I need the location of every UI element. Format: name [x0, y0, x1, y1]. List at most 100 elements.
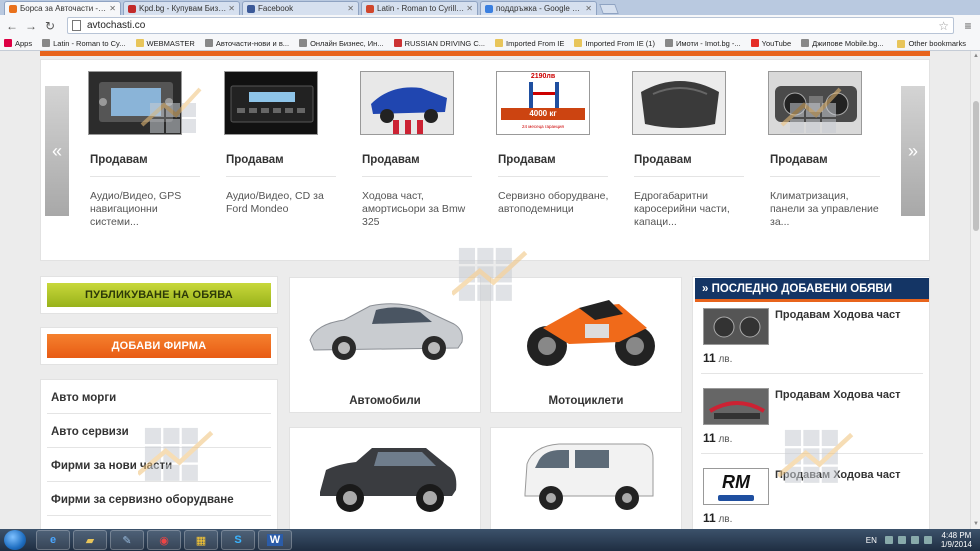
- divider: [47, 481, 271, 482]
- item-photo[interactable]: [224, 71, 318, 135]
- scroll-down-icon[interactable]: ▼: [973, 521, 979, 527]
- menu-icon[interactable]: ≡: [960, 19, 976, 33]
- windows-taskbar: e ▰ ✎ ◉ ▦ S W EN 4:48 PM 1/9/2014: [0, 529, 980, 551]
- taskbar-skype[interactable]: S: [221, 530, 255, 550]
- bookmark-youtube[interactable]: YouTube: [750, 39, 791, 48]
- tray-battery-icon[interactable]: [923, 536, 932, 544]
- clock[interactable]: 4:48 PM 1/9/2014: [941, 531, 972, 549]
- divider: [701, 373, 923, 374]
- taskbar-word[interactable]: W: [258, 530, 292, 550]
- close-icon[interactable]: ✕: [347, 4, 354, 13]
- tab-google[interactable]: поддръжка - Google Търс ✕: [480, 1, 597, 15]
- item-title[interactable]: Продавам: [634, 154, 692, 166]
- add-company-button[interactable]: ДОБАВИ ФИРМА: [47, 334, 271, 358]
- other-bookmarks[interactable]: Other bookmarks: [897, 39, 966, 48]
- tab-facebook[interactable]: Facebook ✕: [242, 1, 359, 15]
- carousel-next-button[interactable]: »: [901, 86, 925, 216]
- ad-title[interactable]: Продавам Ходова част: [775, 309, 901, 321]
- van-image: [499, 434, 673, 522]
- taskbar-explorer[interactable]: ▰: [73, 530, 107, 550]
- tab-avtochasti[interactable]: Борса за Авточасти - Avt ✕: [4, 1, 121, 15]
- ad-title[interactable]: Продавам Ходова част: [775, 469, 901, 481]
- category-vans[interactable]: [490, 427, 682, 529]
- category-cars[interactable]: Автомобили: [289, 277, 481, 413]
- item-photo[interactable]: [360, 71, 454, 135]
- close-icon[interactable]: ✕: [585, 4, 592, 13]
- address-bar[interactable]: avtochasti.co ☆: [67, 17, 954, 34]
- bookmark-webmaster[interactable]: WEBMASTER: [135, 38, 195, 48]
- new-tab-button[interactable]: [599, 4, 619, 14]
- tab-title: Facebook: [258, 4, 294, 13]
- item-title[interactable]: Продавам: [498, 154, 556, 166]
- category-label[interactable]: Мотоциклети: [491, 395, 681, 407]
- bookmark-online-business[interactable]: Онлайн Бизнес, Ин...: [299, 39, 384, 48]
- language-indicator[interactable]: EN: [866, 536, 877, 545]
- tray-volume-icon[interactable]: [910, 536, 919, 544]
- bookmark-avtochasti[interactable]: Авточасти-нови и в...: [204, 38, 290, 48]
- close-icon[interactable]: ✕: [228, 4, 235, 13]
- item-photo[interactable]: [768, 71, 862, 135]
- item-title[interactable]: Продавам: [226, 154, 284, 166]
- category-label[interactable]: Автомобили: [290, 395, 480, 407]
- ad-thumbnail[interactable]: [703, 308, 769, 345]
- divider: [47, 413, 271, 414]
- site-icon: [204, 39, 213, 47]
- bookmark-mobile-bg[interactable]: Джипове Mobile.bg...: [801, 39, 884, 48]
- bookmark-imot[interactable]: Имоти - Imot.bg -...: [664, 39, 741, 48]
- taskbar-ie[interactable]: e: [36, 530, 70, 550]
- start-button[interactable]: [4, 530, 26, 550]
- bookmark-label: Apps: [15, 38, 33, 48]
- menu-link-equipment[interactable]: Фирми за сервизно оборудване: [51, 494, 234, 506]
- taskbar-chrome[interactable]: ◉: [147, 530, 181, 550]
- divider: [498, 176, 608, 177]
- ad-thumbnail[interactable]: [703, 388, 769, 425]
- item-photo[interactable]: 2190лв 4000 кг 24 месеца гаранция: [496, 71, 590, 135]
- header-strip: [40, 51, 930, 56]
- tray-network-icon[interactable]: [897, 536, 906, 544]
- menu-link-services[interactable]: Авто сервизи: [51, 426, 129, 438]
- menu-link-new-parts[interactable]: Фирми за нови части: [51, 460, 172, 472]
- site-icon: [42, 39, 51, 47]
- ad-title[interactable]: Продавам Ходова част: [775, 389, 901, 401]
- apps-icon: [4, 39, 12, 47]
- divider: [770, 176, 880, 177]
- category-motorcycles[interactable]: Мотоциклети: [490, 277, 682, 413]
- tray-flag-icon[interactable]: [884, 536, 893, 544]
- tab-kpd[interactable]: Kpd.bg - Купувам Бизнес ✕: [123, 1, 240, 15]
- ad-price: 11 лв.: [703, 431, 732, 445]
- tab-title: Latin - Roman to Cyrillic a: [377, 4, 465, 13]
- carousel-prev-button[interactable]: «: [45, 86, 69, 216]
- close-icon[interactable]: ✕: [466, 4, 473, 13]
- bookmark-imported-ie-1[interactable]: Imported From IE (1): [574, 39, 655, 48]
- tab-latin[interactable]: Latin - Roman to Cyrillic a ✕: [361, 1, 478, 15]
- item-title[interactable]: Продавам: [770, 154, 828, 166]
- close-icon[interactable]: ✕: [109, 4, 116, 13]
- bookmark-latin[interactable]: Latin - Roman to Cy...: [42, 39, 126, 48]
- bookmark-apps[interactable]: Apps: [4, 39, 32, 48]
- bookmark-label: WEBMASTER: [146, 38, 195, 48]
- bookmark-imported-ie[interactable]: Imported From IE: [495, 39, 564, 48]
- forward-arrow-icon[interactable]: →: [23, 18, 39, 34]
- item-photo[interactable]: [632, 71, 726, 135]
- price-currency: лв.: [718, 514, 733, 525]
- scrollbar-thumb[interactable]: [973, 101, 979, 231]
- back-arrow-icon[interactable]: ←: [4, 18, 20, 34]
- star-icon[interactable]: ☆: [938, 19, 949, 33]
- taskbar-apps[interactable]: ▦: [184, 530, 218, 550]
- promo-warranty: 24 месеца гаранция: [522, 124, 564, 129]
- publish-ad-button[interactable]: ПУБЛИКУВАНЕ НА ОБЯВА: [47, 283, 271, 307]
- reload-icon[interactable]: ↻: [42, 18, 58, 34]
- menu-link-scrapyards[interactable]: Авто морги: [51, 392, 116, 404]
- page-scrollbar[interactable]: ▲ ▼: [970, 51, 980, 529]
- item-photo[interactable]: [88, 71, 182, 135]
- bookmark-label: Авточасти-нови и в...: [215, 38, 290, 48]
- category-suv[interactable]: [289, 427, 481, 529]
- publish-box: ПУБЛИКУВАНЕ НА ОБЯВА: [40, 276, 278, 314]
- featured-carousel: « » Продавам Аудио/Видео, GPS навигацион…: [40, 59, 930, 261]
- ad-thumbnail[interactable]: RM: [703, 468, 769, 505]
- item-title[interactable]: Продавам: [362, 154, 420, 166]
- scroll-up-icon[interactable]: ▲: [973, 53, 979, 59]
- taskbar-paint[interactable]: ✎: [110, 530, 144, 550]
- bookmark-russian-driving[interactable]: RUSSIAN DRIVING C...: [393, 39, 485, 48]
- item-title[interactable]: Продавам: [90, 154, 148, 166]
